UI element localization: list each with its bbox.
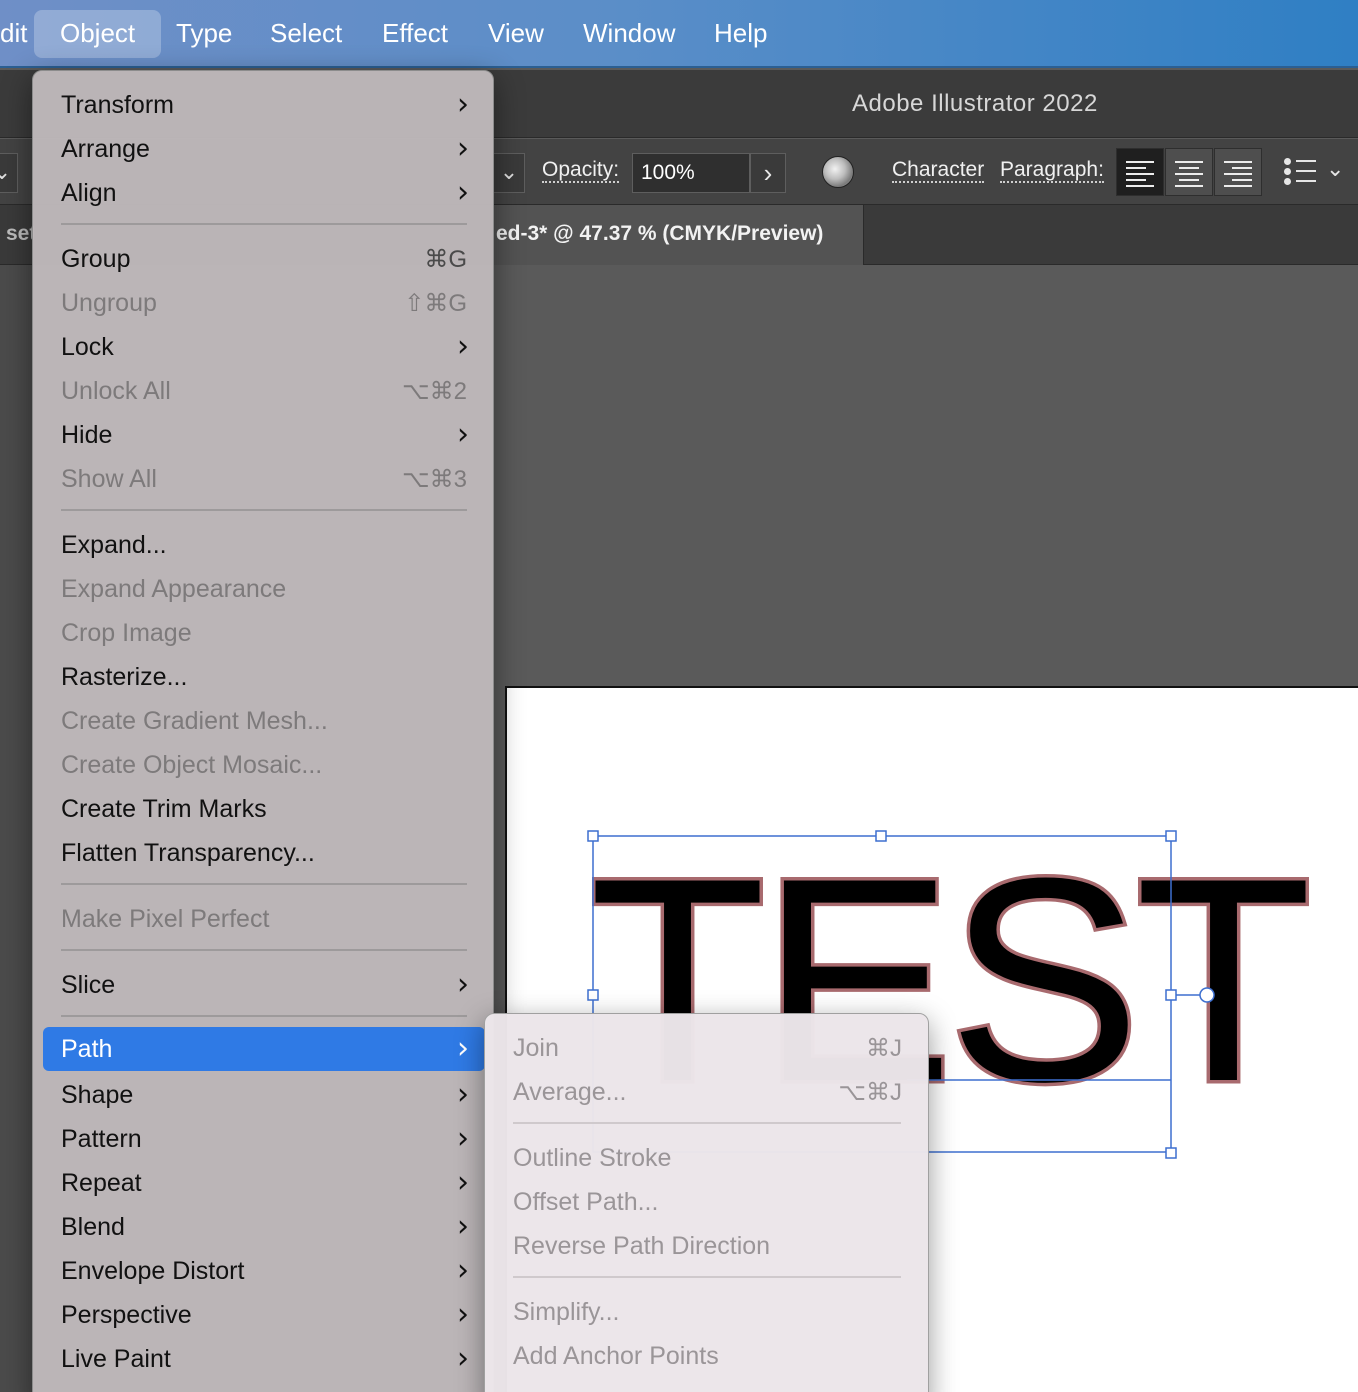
chevron-right-icon: › (457, 1209, 469, 1244)
selection-handle[interactable] (1165, 989, 1177, 1001)
selection-handle[interactable] (587, 830, 599, 842)
menu-window[interactable]: Window (577, 10, 681, 58)
bullet-list-icon[interactable] (1284, 156, 1320, 188)
menu-item-lock[interactable]: Lock › (43, 325, 485, 369)
chevron-right-icon: › (457, 131, 469, 166)
chevron-right-icon: › (457, 967, 469, 1002)
submenu-item-offset-path: Offset Path... (513, 1188, 659, 1216)
menu-item-make-pixel-perfect: Make Pixel Perfect (61, 905, 270, 933)
menu-effect[interactable]: Effect (376, 10, 454, 58)
recolor-artwork-icon[interactable] (822, 156, 854, 188)
chevron-right-icon: › (457, 1121, 469, 1156)
menu-item-slice[interactable]: Slice › (43, 963, 485, 1007)
menu-item-rasterize[interactable]: Rasterize... (43, 655, 485, 699)
tools-panel (0, 265, 34, 1392)
menu-item-arrange[interactable]: Arrange › (43, 127, 485, 171)
align-left-button[interactable] (1116, 148, 1164, 196)
menu-edit[interactable]: dit (0, 10, 33, 58)
chevron-right-icon: › (457, 87, 469, 122)
menu-item-transform[interactable]: Transform › (43, 83, 485, 127)
submenu-item-reverse-path-direction: Reverse Path Direction (513, 1232, 771, 1260)
menu-item-shape[interactable]: Shape › (43, 1073, 485, 1117)
menu-separator (61, 223, 467, 225)
chevron-right-icon: › (457, 1031, 469, 1066)
menu-bar: dit Object Type Select Effect View Windo… (0, 0, 1358, 68)
menu-separator (61, 883, 467, 885)
menu-item-expand-appearance: Expand Appearance (61, 575, 287, 603)
selection-handle[interactable] (587, 989, 599, 1001)
submenu-item-join: Join ⌘J (513, 1034, 902, 1062)
opacity-input[interactable]: 100% (632, 153, 750, 193)
chevron-right-icon: › (457, 1253, 469, 1288)
menu-separator (61, 509, 467, 511)
type-handle[interactable] (1199, 987, 1215, 1003)
submenu-item-simplify: Simplify... (513, 1298, 620, 1326)
menu-item-ungroup: Ungroup ⇧⌘G (61, 289, 467, 317)
menu-item-envelope-distort[interactable]: Envelope Distort › (43, 1249, 485, 1293)
align-right-button[interactable] (1214, 148, 1262, 196)
chevron-down-icon[interactable]: ⌄ (493, 153, 525, 193)
chevron-right-icon: › (457, 1341, 469, 1376)
submenu-item-add-anchor-points: Add Anchor Points (513, 1342, 719, 1370)
app-title: Adobe Illustrator 2022 (852, 90, 1098, 117)
menu-item-pattern[interactable]: Pattern › (43, 1117, 485, 1161)
chevron-right-icon: › (457, 1077, 469, 1112)
selection-handle[interactable] (1165, 830, 1177, 842)
chevron-right-icon[interactable]: › (750, 153, 786, 193)
menu-object[interactable]: Object (34, 10, 162, 58)
path-submenu: Join ⌘J Average... ⌥⌘J Outline Stroke Offs… (484, 1013, 929, 1392)
menu-item-show-all: Show All ⌥⌘3 (61, 465, 467, 493)
menu-separator (513, 1122, 901, 1124)
submenu-item-outline-stroke: Outline Stroke (513, 1144, 672, 1172)
selection-handle[interactable] (1165, 1147, 1177, 1159)
menu-item-path[interactable]: Path › (43, 1027, 485, 1071)
document-tab-title: ed-3* @ 47.37 % (CMYK/Preview) (496, 222, 824, 245)
menu-item-create-gradient-mesh: Create Gradient Mesh... (61, 707, 328, 735)
menu-item-group[interactable]: Group ⌘G (43, 237, 485, 281)
object-menu: Transform › Arrange › Align › Group ⌘G Ungro… (32, 70, 494, 1392)
menu-item-create-trim-marks[interactable]: Create Trim Marks (43, 787, 485, 831)
menu-item-perspective[interactable]: Perspective › (43, 1293, 485, 1337)
submenu-item-average: Average... ⌥⌘J (513, 1078, 902, 1106)
selection-handle[interactable] (875, 830, 887, 842)
chevron-right-icon: › (457, 1165, 469, 1200)
menu-view[interactable]: View (482, 10, 550, 58)
menu-help[interactable]: Help (708, 10, 773, 58)
menu-separator (61, 949, 467, 951)
menu-select[interactable]: Select (264, 10, 348, 58)
chevron-down-icon[interactable]: ⌄ (1326, 156, 1344, 182)
chevron-right-icon: › (457, 1297, 469, 1332)
character-link[interactable]: Character (892, 159, 985, 183)
chevron-down-icon[interactable]: ⌄ (0, 153, 18, 193)
menu-item-expand[interactable]: Expand... (43, 523, 485, 567)
paragraph-link[interactable]: Paragraph: (1000, 159, 1104, 183)
menu-item-unlock-all: Unlock All ⌥⌘2 (61, 377, 467, 405)
menu-item-flatten-transparency[interactable]: Flatten Transparency... (43, 831, 485, 875)
menu-separator (61, 1015, 467, 1017)
menu-item-create-object-mosaic: Create Object Mosaic... (61, 751, 323, 779)
chevron-right-icon: › (457, 175, 469, 210)
align-center-button[interactable] (1165, 148, 1213, 196)
menu-item-crop-image: Crop Image (61, 619, 192, 647)
menu-item-live-paint[interactable]: Live Paint › (43, 1337, 485, 1381)
menu-item-blend[interactable]: Blend › (43, 1205, 485, 1249)
menu-item-hide[interactable]: Hide › (43, 413, 485, 457)
opacity-label[interactable]: Opacity: (542, 159, 620, 183)
menu-separator (513, 1276, 901, 1278)
menu-item-repeat[interactable]: Repeat › (43, 1161, 485, 1205)
chevron-right-icon: › (457, 329, 469, 364)
chevron-right-icon: › (457, 417, 469, 452)
menu-item-align[interactable]: Align › (43, 171, 485, 215)
menu-type[interactable]: Type (170, 10, 238, 58)
